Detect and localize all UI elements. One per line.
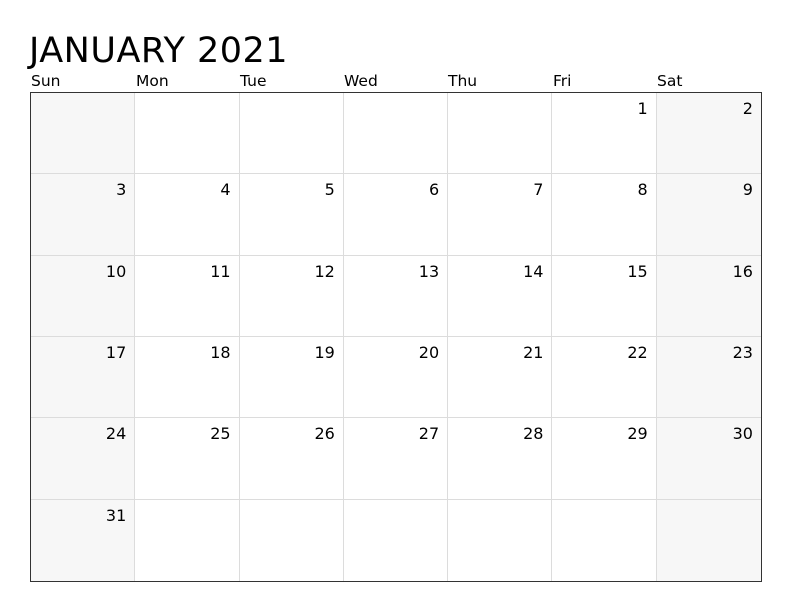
day-number: 5 — [324, 180, 335, 200]
day-cell: 8 — [552, 174, 657, 256]
day-number: 3 — [116, 180, 127, 200]
day-cell — [448, 93, 553, 175]
day-number: 14 — [523, 261, 544, 281]
weekday-label-thu: Thu — [448, 72, 478, 90]
day-cell: 2 — [656, 93, 761, 175]
day-number: 26 — [314, 424, 335, 444]
day-cell: 28 — [448, 418, 553, 500]
day-cell: 5 — [239, 174, 344, 256]
day-number: 22 — [627, 343, 648, 362]
day-cell — [135, 499, 240, 581]
day-cell: 9 — [656, 174, 761, 256]
day-cell: 22 — [552, 337, 657, 419]
day-cell: 7 — [448, 174, 553, 256]
day-cell: 21 — [448, 337, 553, 419]
day-number: 6 — [428, 180, 440, 200]
day-number: 29 — [627, 424, 648, 444]
day-cell: 10 — [31, 255, 136, 337]
day-cell — [343, 499, 449, 581]
day-cell: 15 — [552, 255, 657, 337]
weekday-header: Sun Mon Tue Wed Thu Fri Sat — [31, 71, 762, 91]
day-cell: 23 — [656, 337, 761, 419]
day-cell: 16 — [656, 255, 761, 337]
weekday-label-sat: Sat — [657, 72, 683, 90]
day-cell: 27 — [343, 418, 449, 500]
day-cell — [239, 499, 344, 581]
day-number: 21 — [523, 343, 544, 362]
day-cell: 14 — [448, 255, 553, 337]
day-cell — [448, 499, 553, 581]
day-number: 1 — [637, 99, 648, 118]
day-cell: 30 — [656, 418, 761, 500]
day-number: 7 — [533, 180, 544, 200]
day-cell: 19 — [239, 337, 344, 419]
day-number: 18 — [210, 343, 231, 362]
day-cell — [552, 499, 657, 581]
day-number: 24 — [105, 424, 127, 444]
day-number: 9 — [742, 180, 753, 200]
day-cell: 13 — [343, 255, 449, 337]
weekday-label-wed: Wed — [344, 72, 378, 90]
calendar-grid: 1 2 3 4 5 6 7 8 9 10 11 12 13 14 15 16 17 18 19 20 21 22 23 24 2… — [30, 92, 762, 582]
day-cell: 6 — [343, 174, 449, 256]
day-number: 4 — [220, 180, 231, 200]
day-number: 28 — [523, 424, 544, 444]
day-number: 8 — [637, 180, 648, 200]
day-cell — [343, 93, 449, 175]
day-cell: 20 — [343, 337, 449, 419]
day-cell: 29 — [552, 418, 657, 500]
day-cell: 31 — [31, 499, 136, 581]
calendar-title: JANUARY 2021 — [29, 31, 289, 71]
weekday-label-sun: Sun — [31, 72, 61, 90]
day-cell: 25 — [135, 418, 240, 500]
weekday-label-tue: Tue — [240, 72, 267, 90]
day-number: 23 — [732, 343, 753, 362]
day-number: 10 — [105, 261, 127, 281]
weekday-label-fri: Fri — [553, 72, 572, 90]
day-number: 31 — [105, 505, 127, 525]
day-number: 2 — [742, 99, 753, 118]
day-cell: 17 — [31, 337, 136, 419]
day-cell: 4 — [135, 174, 240, 256]
day-number: 16 — [732, 261, 753, 281]
day-number: 27 — [418, 424, 440, 444]
day-cell — [135, 93, 240, 175]
day-number: 19 — [314, 343, 335, 362]
day-cell: 3 — [31, 174, 136, 256]
day-number: 13 — [418, 261, 440, 281]
day-cell — [239, 93, 344, 175]
day-number: 30 — [732, 424, 753, 444]
day-cell: 24 — [31, 418, 136, 500]
day-cell: 26 — [239, 418, 344, 500]
weekday-label-mon: Mon — [136, 72, 169, 90]
day-number: 12 — [314, 261, 335, 281]
day-cell: 11 — [135, 255, 240, 337]
day-number: 25 — [210, 424, 231, 444]
day-cell: 12 — [239, 255, 344, 337]
day-cell — [31, 93, 136, 175]
day-number: 15 — [627, 261, 648, 281]
day-number: 20 — [418, 343, 440, 362]
day-cell: 18 — [135, 337, 240, 419]
day-number: 11 — [210, 261, 231, 281]
day-cell: 1 — [552, 93, 657, 175]
day-cell — [656, 499, 761, 581]
day-number: 17 — [105, 343, 127, 362]
